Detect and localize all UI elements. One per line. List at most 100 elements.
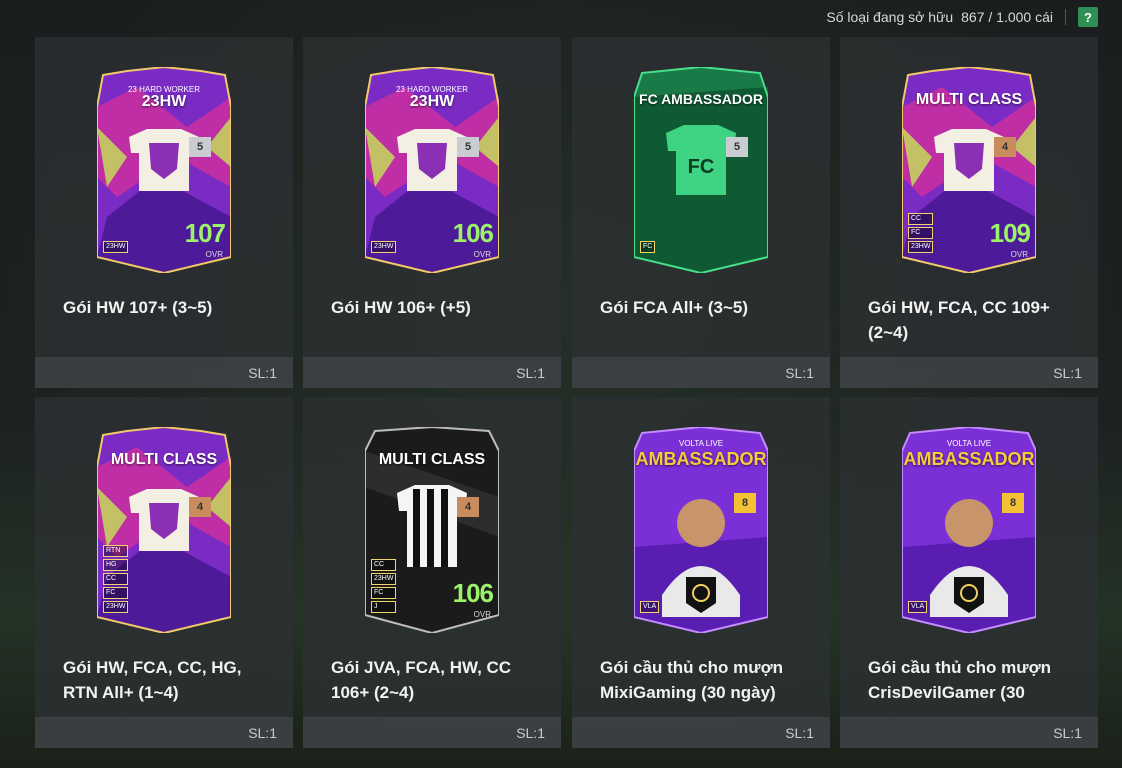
- pack-art: VOLTA LIVE AMBASSADOR 8 VLA: [572, 397, 830, 645]
- pack-name: Gói HW, FCA, CC, HG, RTN All+ (1~4): [63, 658, 242, 702]
- pack-art: MULTI CLASS 4 CC 23HW FC J 106 OVR: [303, 397, 561, 645]
- pack-quantity: SL:1: [1053, 724, 1082, 741]
- class-tag: 23HW: [103, 601, 129, 613]
- level-badge: 4: [457, 497, 479, 517]
- card-title: 23HW: [409, 93, 455, 110]
- level-badge: 8: [734, 493, 756, 513]
- class-tag: FC: [371, 587, 397, 599]
- pack-name: Gói HW 106+ (+5): [331, 298, 471, 317]
- player-card: 23 HARD WORKER 23HW 5 23HW 106 OVR: [365, 67, 499, 273]
- class-tags: CC 23HW FC J: [371, 559, 397, 613]
- pack-art: MULTI CLASS 4 CC FC 23HW 109 OVR: [840, 37, 1098, 285]
- pack-name: Gói cầu thủ cho mượn MixiGaming (30 ngày…: [600, 658, 784, 702]
- owned-label: Số loại đang sở hữu: [826, 9, 954, 25]
- player-card: MULTI CLASS 4 CC FC 23HW 109 OVR: [902, 67, 1036, 273]
- pack-footer: SL:1: [35, 357, 293, 388]
- level-badge: 5: [189, 137, 211, 157]
- class-tag: FC: [908, 227, 934, 239]
- class-tags: VLA: [908, 601, 928, 613]
- ovr-label: OVR: [473, 610, 491, 619]
- class-tag: FC: [640, 241, 656, 253]
- class-tag: 23HW: [371, 241, 397, 253]
- pack-quantity: SL:1: [785, 364, 814, 381]
- pack-tile[interactable]: VOLTA LIVE AMBASSADOR 8 VLA Gói cầu thủ cho …: [572, 397, 830, 748]
- pack-art: MULTI CLASS 4 RTN HG CC FC 23HW: [35, 397, 293, 645]
- pack-quantity: SL:1: [785, 724, 814, 741]
- pack-name: Gói HW, FCA, CC 109+ (2~4): [868, 298, 1050, 342]
- pack-footer: SL:1: [35, 717, 293, 748]
- pack-quantity: SL:1: [1053, 364, 1082, 381]
- ovr-value: 107: [184, 218, 226, 248]
- pack-quantity: SL:1: [248, 724, 277, 741]
- class-tags: FC: [640, 241, 656, 253]
- ovr-label: OVR: [473, 250, 491, 259]
- pack-tile[interactable]: FC FC AMBASSADOR 5 FC Gói FCA All+ (3~5) SL:1: [572, 37, 830, 388]
- divider: [1065, 9, 1066, 25]
- pack-art: VOLTA LIVE AMBASSADOR 8 VLA: [840, 397, 1098, 645]
- player-card: MULTI CLASS 4 RTN HG CC FC 23HW: [97, 427, 231, 633]
- class-tag: RTN: [103, 545, 129, 557]
- class-tags: 23HW: [103, 241, 129, 253]
- pack-tile[interactable]: VOLTA LIVE AMBASSADOR 8 VLA Gói cầu thủ cho …: [840, 397, 1098, 748]
- class-tag: CC: [908, 213, 934, 225]
- svg-text:FC: FC: [688, 156, 715, 178]
- class-tag: HG: [103, 559, 129, 571]
- level-badge: 5: [457, 137, 479, 157]
- pack-name: Gói FCA All+ (3~5): [600, 298, 748, 317]
- class-tag: FC: [103, 587, 129, 599]
- class-tags: 23HW: [371, 241, 397, 253]
- pack-footer: SL:1: [303, 717, 561, 748]
- ovr-value: 106: [452, 218, 494, 248]
- pack-tile[interactable]: MULTI CLASS 4 CC 23HW FC J 106 OVR Gói JVA, FCA,…: [303, 397, 561, 748]
- class-tag: 23HW: [908, 241, 934, 253]
- pack-tile[interactable]: 23 HARD WORKER 23HW 5 23HW 106 OVR Gói HW 106+…: [303, 37, 561, 388]
- pack-footer: SL:1: [303, 357, 561, 388]
- card-subtitle: VOLTA LIVE: [678, 439, 724, 448]
- owned-count-bar: Số loại đang sở hữu 867 / 1.000 cái ?: [826, 6, 1098, 28]
- help-button[interactable]: ?: [1078, 7, 1098, 27]
- class-tag: CC: [371, 559, 397, 571]
- level-badge: 5: [726, 137, 748, 157]
- level-badge: 8: [1002, 493, 1024, 513]
- card-subtitle: VOLTA LIVE: [946, 439, 992, 448]
- ovr-value: 106: [452, 578, 494, 608]
- level-badge: 4: [189, 497, 211, 517]
- class-tag: 23HW: [103, 241, 129, 253]
- pack-art: FC FC AMBASSADOR 5 FC: [572, 37, 830, 285]
- pack-footer: SL:1: [572, 717, 830, 748]
- pack-tile[interactable]: MULTI CLASS 4 CC FC 23HW 109 OVR Gói HW, FCA, C…: [840, 37, 1098, 388]
- pack-art: 23 HARD WORKER 23HW 5 23HW 107 OVR: [35, 37, 293, 285]
- class-tag: VLA: [908, 601, 928, 613]
- pack-tile[interactable]: 23 HARD WORKER 23HW 5 23HW 107 OVR Gói HW 107+…: [35, 37, 293, 388]
- class-tags: VLA: [640, 601, 660, 613]
- player-card: 23 HARD WORKER 23HW 5 23HW 107 OVR: [97, 67, 231, 273]
- card-title: MULTI CLASS: [110, 451, 218, 468]
- player-card: MULTI CLASS 4 CC 23HW FC J 106 OVR: [365, 427, 499, 633]
- class-tags: RTN HG CC FC 23HW: [103, 545, 129, 613]
- pack-footer: SL:1: [840, 357, 1098, 388]
- pack-name: Gói cầu thủ cho mượn CrisDevilGamer (30: [868, 658, 1052, 702]
- card-title: AMBASSADOR: [635, 449, 767, 469]
- card-title: MULTI CLASS: [915, 91, 1023, 108]
- pack-quantity: SL:1: [516, 364, 545, 381]
- class-tags: CC FC 23HW: [908, 213, 934, 253]
- ovr-label: OVR: [205, 250, 223, 259]
- card-title: FC AMBASSADOR: [639, 91, 763, 107]
- class-tag: 23HW: [371, 573, 397, 585]
- pack-quantity: SL:1: [516, 724, 545, 741]
- player-card: VOLTA LIVE AMBASSADOR 8 VLA: [902, 427, 1036, 633]
- ovr-value: 109: [989, 218, 1031, 248]
- pack-art: 23 HARD WORKER 23HW 5 23HW 106 OVR: [303, 37, 561, 285]
- class-tag: VLA: [640, 601, 660, 613]
- level-badge: 4: [994, 137, 1016, 157]
- pack-name: Gói HW 107+ (3~5): [63, 298, 213, 317]
- card-title: MULTI CLASS: [378, 451, 486, 468]
- pack-tile[interactable]: MULTI CLASS 4 RTN HG CC FC 23HW Gói HW, FCA, CC…: [35, 397, 293, 748]
- owned-value: 867 / 1.000 cái: [961, 9, 1053, 25]
- ovr-label: OVR: [1010, 250, 1028, 259]
- pack-footer: SL:1: [840, 717, 1098, 748]
- card-title: AMBASSADOR: [903, 449, 1035, 469]
- class-tag: J: [371, 601, 397, 613]
- pack-name: Gói JVA, FCA, HW, CC 106+ (2~4): [331, 658, 512, 702]
- class-tag: CC: [103, 573, 129, 585]
